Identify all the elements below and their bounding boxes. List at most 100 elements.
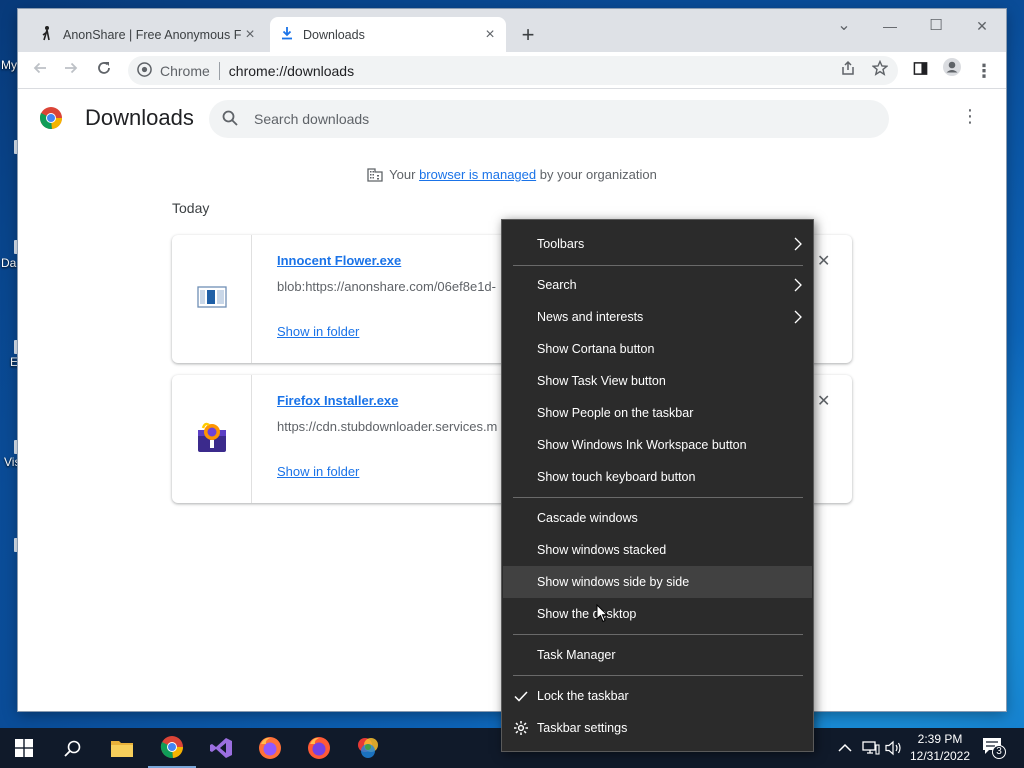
taskbar-search-button[interactable] <box>48 728 96 768</box>
reload-icon <box>98 62 110 74</box>
download-file-name[interactable]: Innocent Flower.exe <box>277 253 401 268</box>
menu-item-show-task-view-button[interactable]: Show Task View button <box>503 365 812 397</box>
network-tray-button[interactable] <box>862 728 880 768</box>
search-downloads-input[interactable]: Search downloads <box>209 100 889 138</box>
menu-item-label: Search <box>537 278 577 292</box>
reload-button[interactable] <box>90 57 118 85</box>
tab-close-icon[interactable]: × <box>242 26 258 44</box>
desktop-label-1: My <box>1 58 17 72</box>
show-in-folder-link[interactable]: Show in folder <box>277 464 359 479</box>
profile-button[interactable] <box>938 57 966 85</box>
star-icon <box>871 59 889 76</box>
back-arrow-icon <box>33 62 46 74</box>
visual-studio-icon <box>210 738 232 758</box>
menu-item-task-manager[interactable]: Task Manager <box>503 639 812 671</box>
managed-link[interactable]: browser is managed <box>419 167 536 182</box>
download-file-name[interactable]: Firefox Installer.exe <box>277 393 398 408</box>
menu-item-news-and-interests[interactable]: News and interests <box>503 301 812 333</box>
page-title: Downloads <box>85 105 194 130</box>
tab-title: AnonShare | Free Anonymous File Sharing <box>63 27 242 42</box>
file-explorer-taskbar-button[interactable] <box>98 728 146 768</box>
checkmark-icon <box>514 691 528 702</box>
share-button[interactable] <box>834 57 862 85</box>
paint-taskbar-button[interactable] <box>344 728 392 768</box>
menu-item-show-the-desktop[interactable]: Show the desktop <box>503 598 812 630</box>
remove-download-icon[interactable]: ✕ <box>817 391 830 411</box>
file-icon-container <box>172 375 252 503</box>
building-icon <box>367 166 383 185</box>
chevron-right-icon <box>794 310 802 324</box>
managed-notice: Your browser is managed by your organiza… <box>18 166 1006 185</box>
site-label: Chrome <box>160 62 210 79</box>
maximize-button[interactable]: ☐ <box>913 11 959 41</box>
action-center-button[interactable]: 3 <box>982 728 1006 768</box>
paint-icon <box>358 738 378 758</box>
show-hidden-icons-button[interactable] <box>838 728 852 768</box>
gear-icon <box>514 721 528 735</box>
file-icon-container <box>172 235 252 363</box>
menu-item-toolbars[interactable]: Toolbars <box>503 228 812 260</box>
cursor-arrow-icon <box>596 603 609 623</box>
tab-downloads[interactable]: Downloads × <box>270 17 506 52</box>
start-button[interactable] <box>0 728 48 768</box>
minimize-button[interactable]: — <box>867 11 913 41</box>
menu-item-search[interactable]: Search <box>503 269 812 301</box>
downloads-more-menu-button[interactable]: ⋮ <box>961 106 979 127</box>
url-text[interactable]: chrome://downloads <box>229 63 354 79</box>
menu-item-label: Taskbar settings <box>537 721 628 735</box>
side-panel-icon <box>913 62 927 75</box>
menu-item-show-touch-keyboard[interactable]: Show touch keyboard button <box>503 461 812 493</box>
chrome-taskbar-button[interactable] <box>148 728 196 768</box>
taskbar-context-menu: Toolbars Search News and interests Show … <box>501 219 814 752</box>
exe-file-icon <box>196 285 227 313</box>
download-url: https://cdn.stubdownloader.services.m <box>277 419 498 434</box>
tab-search-button[interactable]: ⌄ <box>821 11 867 41</box>
bookmark-star-button[interactable] <box>866 57 894 85</box>
anonshare-favicon-icon <box>40 25 54 44</box>
menu-item-show-people[interactable]: Show People on the taskbar <box>503 397 812 429</box>
speaker-icon <box>885 740 901 756</box>
chevron-right-icon <box>794 278 802 292</box>
tab-strip: AnonShare | Free Anonymous File Sharing … <box>18 9 1006 52</box>
chrome-icon <box>160 736 184 759</box>
menu-item-label: Show the desktop <box>537 607 637 621</box>
menu-item-show-windows-stacked[interactable]: Show windows stacked <box>503 534 812 566</box>
side-panel-button[interactable] <box>906 57 934 85</box>
menu-item-show-cortana-button[interactable]: Show Cortana button <box>503 333 812 365</box>
address-bar[interactable]: Chrome chrome://downloads <box>128 56 898 85</box>
visual-studio-taskbar-button[interactable] <box>197 728 245 768</box>
back-button[interactable] <box>26 57 54 85</box>
browser-toolbar: Chrome chrome://downloads ⋮ <box>18 52 1006 89</box>
search-icon <box>63 740 80 757</box>
new-tab-button[interactable]: + <box>514 23 542 51</box>
firefox-taskbar-button[interactable] <box>246 728 294 768</box>
chrome-logo-icon <box>137 61 152 80</box>
menu-item-cascade-windows[interactable]: Cascade windows <box>503 502 812 534</box>
mouse-cursor <box>596 603 609 628</box>
clock-time: 2:39 PM <box>917 732 963 746</box>
downloads-header: Downloads Search downloads ⋮ <box>18 90 1006 146</box>
system-clock[interactable]: 2:39 PM 12/31/2022 <box>908 731 972 765</box>
remove-download-icon[interactable]: ✕ <box>817 251 830 271</box>
menu-item-show-ink-workspace[interactable]: Show Windows Ink Workspace button <box>503 429 812 461</box>
clock-date: 12/31/2022 <box>909 749 971 763</box>
forward-button[interactable] <box>57 57 85 85</box>
menu-item-label: Cascade windows <box>537 511 638 525</box>
notification-count-badge: 3 <box>992 744 1006 759</box>
tab-close-icon[interactable]: × <box>482 26 498 44</box>
start-icon <box>15 739 33 757</box>
volume-tray-button[interactable] <box>885 728 903 768</box>
menu-item-label: Show Cortana button <box>537 342 655 356</box>
close-window-button[interactable]: ✕ <box>959 11 1005 41</box>
profile-avatar-icon <box>943 58 961 76</box>
chrome-menu-button[interactable]: ⋮ <box>970 57 998 85</box>
menu-item-lock-the-taskbar[interactable]: Lock the taskbar <box>503 680 812 712</box>
menu-item-taskbar-settings[interactable]: Taskbar settings <box>503 712 812 744</box>
menu-item-show-windows-side-by-side[interactable]: Show windows side by side <box>503 566 812 598</box>
managed-suffix: by your organization <box>536 167 657 182</box>
firefox-taskbar-button[interactable] <box>295 728 343 768</box>
menu-item-label: Show windows stacked <box>537 543 667 557</box>
menu-item-label: Show Task View button <box>537 374 666 388</box>
show-in-folder-link[interactable]: Show in folder <box>277 324 359 339</box>
tab-anonshare[interactable]: AnonShare | Free Anonymous File Sharing … <box>30 17 266 52</box>
